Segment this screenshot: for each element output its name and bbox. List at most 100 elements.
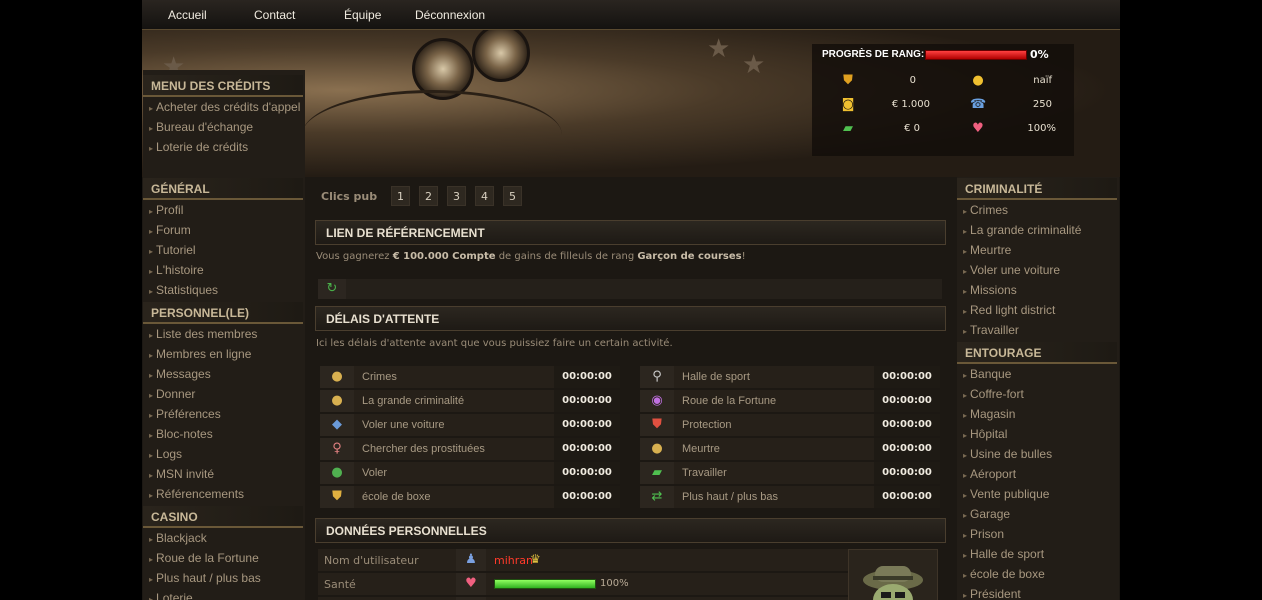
health-label: Santé bbox=[324, 578, 356, 591]
menu-item-bloc-notes[interactable]: ▸ Bloc-notes bbox=[145, 425, 305, 443]
menu-item-donner[interactable]: ▸ Donner bbox=[145, 385, 305, 403]
menu-criminalite-title: CRIMINALITÉ bbox=[957, 178, 1117, 200]
medal-icon: ● bbox=[972, 73, 984, 88]
bullet-icon: ▸ bbox=[963, 511, 968, 520]
menu-item-loterie-credits[interactable]: ▸ Loterie de crédits bbox=[145, 138, 305, 156]
menu-item-referencements[interactable]: ▸ Référencements bbox=[145, 485, 305, 503]
boxing-icon: ⛊ bbox=[320, 486, 354, 508]
menu-item-magasin[interactable]: ▸ Magasin bbox=[959, 405, 1119, 423]
menu-item-vente-publique[interactable]: ▸ Vente publique bbox=[959, 485, 1119, 503]
username-value[interactable]: mihran bbox=[494, 554, 533, 567]
menu-item-grande-criminalite[interactable]: ▸ La grande criminalité bbox=[959, 221, 1119, 239]
bullet-icon: ▸ bbox=[149, 411, 154, 420]
stat-value: 250 bbox=[1032, 99, 1052, 110]
bullet-icon: ▸ bbox=[149, 227, 154, 236]
stat-value: € 0 bbox=[904, 123, 920, 134]
clics-page-4-button[interactable]: 4 bbox=[475, 186, 494, 206]
racket-icon: ⚲ bbox=[640, 366, 674, 388]
arrows-icon: ⇄ bbox=[640, 486, 674, 508]
menu-item-tutoriel[interactable]: ▸ Tutoriel bbox=[145, 241, 305, 259]
clics-page-2-button[interactable]: 2 bbox=[419, 186, 438, 206]
menu-item-meurtre[interactable]: ▸ Meurtre bbox=[959, 241, 1119, 259]
menu-item-roue-fortune[interactable]: ▸ Roue de la Fortune bbox=[145, 549, 305, 567]
menu-item-membres-en-ligne[interactable]: ▸ Membres en ligne bbox=[145, 345, 305, 363]
refresh-icon[interactable]: ↻ bbox=[318, 279, 346, 299]
nav-equipe[interactable]: Équipe bbox=[344, 8, 381, 22]
menu-item-usine-bulles[interactable]: ▸ Usine de bulles bbox=[959, 445, 1119, 463]
menu-item-forum[interactable]: ▸ Forum bbox=[145, 221, 305, 239]
menu-item-profil[interactable]: ▸ Profil bbox=[145, 201, 305, 219]
car-headlight bbox=[472, 30, 530, 82]
bullet-icon: ▸ bbox=[149, 104, 154, 113]
menu-item-messages[interactable]: ▸ Messages bbox=[145, 365, 305, 383]
clics-page-1-button[interactable]: 1 bbox=[391, 186, 410, 206]
menu-item-bureau-echange[interactable]: ▸ Bureau d'échange bbox=[145, 118, 305, 136]
table-row: ● La grande criminalité 00:00:00 bbox=[320, 390, 620, 412]
avatar bbox=[848, 549, 938, 600]
nav-accueil[interactable]: Accueil bbox=[168, 8, 207, 22]
menu-item-halle-sport[interactable]: ▸ Halle de sport bbox=[959, 545, 1119, 563]
menu-item-missions[interactable]: ▸ Missions bbox=[959, 281, 1119, 299]
menu-item-liste-membres[interactable]: ▸ Liste des membres bbox=[145, 325, 305, 343]
menu-item-banque[interactable]: ▸ Banque bbox=[959, 365, 1119, 383]
table-row: ● Voler 00:00:00 bbox=[320, 462, 620, 484]
bullet-icon: ▸ bbox=[149, 144, 154, 153]
table-row: ◉ Roue de la Fortune 00:00:00 bbox=[640, 390, 940, 412]
menu-item-hopital[interactable]: ▸ Hôpital bbox=[959, 425, 1119, 443]
menu-item-travailler[interactable]: ▸ Travailler bbox=[959, 321, 1119, 339]
coins-icon: ◙ bbox=[841, 97, 855, 112]
menu-item-ecole-boxe[interactable]: ▸ école de boxe bbox=[959, 565, 1119, 583]
menu-item-crimes[interactable]: ▸ Crimes bbox=[959, 201, 1119, 219]
crown-icon: ♛ bbox=[530, 552, 541, 566]
bullet-icon: ▸ bbox=[963, 207, 968, 216]
bullet-icon: ▸ bbox=[963, 431, 968, 440]
menu-item-prison[interactable]: ▸ Prison bbox=[959, 525, 1119, 543]
game-frame: Accueil Contact Équipe Déconnexion ★ ★ ★… bbox=[142, 0, 1120, 600]
bullet-icon: ▸ bbox=[963, 491, 968, 500]
gangster-avatar-icon bbox=[863, 566, 923, 600]
menu-item-loterie[interactable]: ▸ Loterie bbox=[145, 589, 305, 600]
menu-item-red-light[interactable]: ▸ Red light district bbox=[959, 301, 1119, 319]
menu-item-plus-haut[interactable]: ▸ Plus haut / plus bas bbox=[145, 569, 305, 587]
table-row: Nom d'utilisateur ♟ mihran ♛ bbox=[318, 549, 848, 571]
menu-item-logs[interactable]: ▸ Logs bbox=[145, 445, 305, 463]
menu-item-aeroport[interactable]: ▸ Aéroport bbox=[959, 465, 1119, 483]
stat-value: 100% bbox=[1027, 123, 1056, 134]
menu-item-acheter-credits[interactable]: ▸ Acheter des crédits d'appel bbox=[145, 98, 305, 116]
money-bag-icon: ● bbox=[320, 462, 354, 484]
menu-item-president[interactable]: ▸ Président bbox=[959, 585, 1119, 600]
table-row: ⛊ école de boxe 00:00:00 bbox=[320, 486, 620, 508]
star-decoration-icon: ★ bbox=[742, 50, 766, 80]
menu-item-preferences[interactable]: ▸ Préférences bbox=[145, 405, 305, 423]
bullet-icon: ▸ bbox=[149, 595, 154, 600]
menu-item-coffre-fort[interactable]: ▸ Coffre-fort bbox=[959, 385, 1119, 403]
car-silhouette bbox=[302, 90, 562, 177]
bullet-icon: ▸ bbox=[963, 391, 968, 400]
health-bar bbox=[494, 579, 596, 589]
stat-value: naïf bbox=[1033, 75, 1052, 86]
heart-icon: ♥ bbox=[456, 573, 486, 595]
bullet-icon: ▸ bbox=[149, 331, 154, 340]
clics-pub-label: Clics pub bbox=[321, 190, 378, 203]
menu-credits-title: MENU DES CRÉDITS bbox=[143, 75, 303, 97]
heart-icon: ♥ bbox=[972, 121, 984, 136]
car-icon: ◆ bbox=[320, 414, 354, 436]
woman-icon: ♀ bbox=[320, 438, 354, 460]
bomb-icon: ● bbox=[640, 438, 674, 460]
clics-page-5-button[interactable]: 5 bbox=[503, 186, 522, 206]
bullet-icon: ▸ bbox=[149, 207, 154, 216]
nav-contact[interactable]: Contact bbox=[254, 8, 295, 22]
cash-icon: ▰ bbox=[843, 121, 853, 136]
menu-item-garage[interactable]: ▸ Garage bbox=[959, 505, 1119, 523]
menu-item-msn-invite[interactable]: ▸ MSN invité bbox=[145, 465, 305, 483]
menu-item-blackjack[interactable]: ▸ Blackjack bbox=[145, 529, 305, 547]
table-row: ◆ Voler une voiture 00:00:00 bbox=[320, 414, 620, 436]
table-row: ⇄ Plus haut / plus bas 00:00:00 bbox=[640, 486, 940, 508]
username-label: Nom d'utilisateur bbox=[324, 554, 419, 567]
menu-item-statistiques[interactable]: ▸ Statistiques bbox=[145, 281, 305, 299]
clics-page-3-button[interactable]: 3 bbox=[447, 186, 466, 206]
menu-item-voler-voiture[interactable]: ▸ Voler une voiture bbox=[959, 261, 1119, 279]
nav-deconnexion[interactable]: Déconnexion bbox=[415, 8, 485, 22]
menu-item-histoire[interactable]: ▸ L'histoire bbox=[145, 261, 305, 279]
bullet-icon: ▸ bbox=[149, 451, 154, 460]
